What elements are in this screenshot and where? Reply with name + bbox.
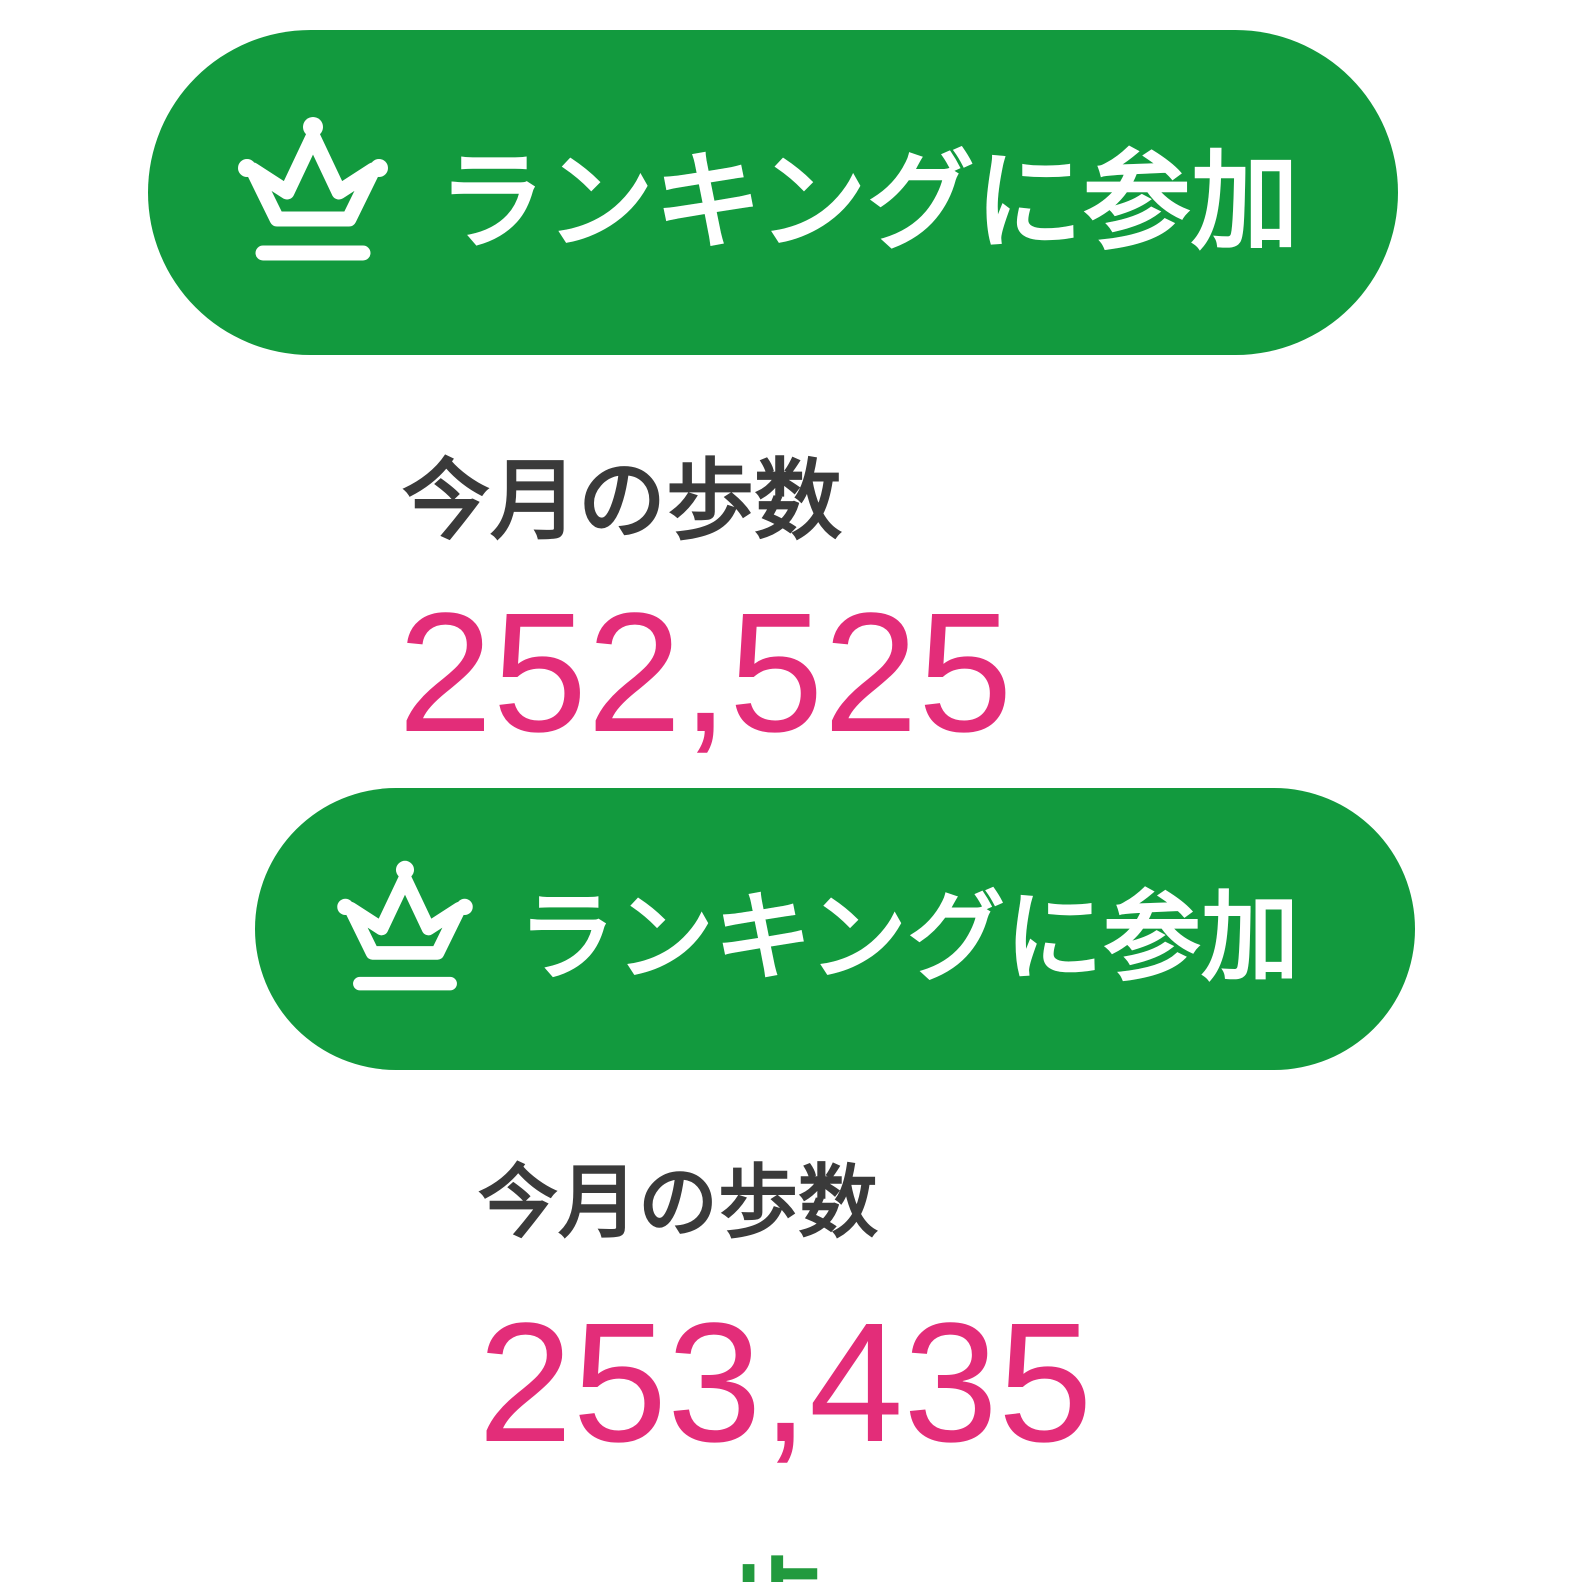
steps-panel-top: ランキングに参加 今月の歩数 252,525 (0, 0, 1582, 785)
join-ranking-label: ランキングに参加 (518, 881, 1300, 995)
crown-icon (330, 859, 480, 999)
monthly-steps-value: 252,525 (398, 578, 1013, 768)
monthly-steps-title: 今月の歩数 (478, 1156, 878, 1249)
screenshot-comparison: ランキングに参加 今月の歩数 252,525 ランキングに参加 今月の歩数 25… (0, 0, 1582, 1582)
join-ranking-button[interactable]: ランキングに参加 (255, 788, 1415, 1070)
crown-icon (233, 115, 393, 270)
monthly-steps-value: 253,435 (478, 1288, 1093, 1478)
steps-panel-bottom: ランキングに参加 今月の歩数 253,435 歩 (0, 785, 1582, 1582)
join-ranking-label: ランキングに参加 (438, 139, 1299, 265)
join-ranking-button[interactable]: ランキングに参加 (148, 30, 1398, 355)
steps-unit-label: 歩 (722, 1537, 872, 1582)
monthly-steps-title: 今月の歩数 (402, 449, 843, 552)
